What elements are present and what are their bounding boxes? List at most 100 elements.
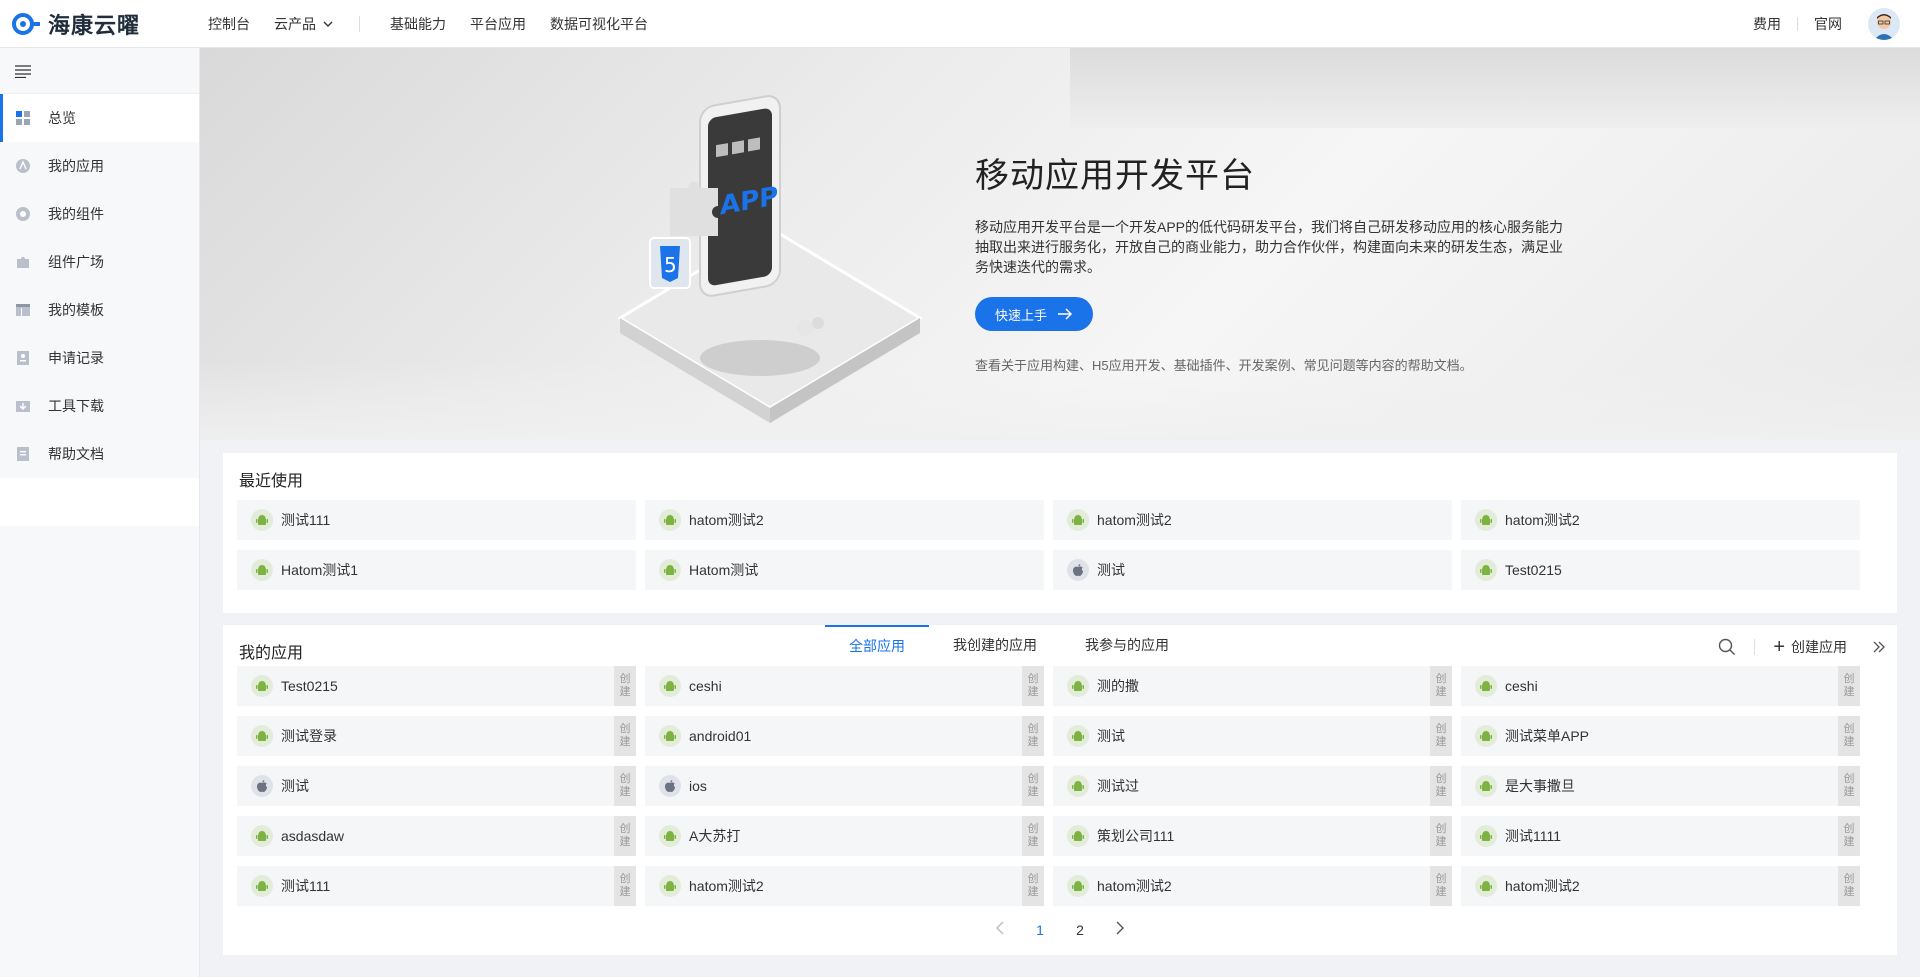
quick-start-button[interactable]: 快速上手 (975, 297, 1094, 331)
nav-platform-apps[interactable]: 平台应用 (470, 14, 526, 34)
double-chevron-right-icon[interactable] (1871, 640, 1887, 654)
app-tile[interactable]: 测的撒 创建 (1053, 666, 1452, 706)
quick-start-label: 快速上手 (995, 307, 1048, 323)
app-name: 测试111 (281, 878, 331, 894)
app-tile[interactable]: hatom测试2 (1053, 500, 1452, 540)
avatar[interactable] (1868, 7, 1900, 40)
app-name: Hatom测试1 (281, 562, 359, 578)
tab-all-apps[interactable]: 全部应用 (825, 625, 929, 665)
app-tile[interactable]: 测试 创建 (237, 766, 636, 806)
created-tag-char: 建 (1843, 836, 1855, 848)
android-icon (1067, 825, 1089, 847)
app-tile[interactable]: hatom测试2 (645, 500, 1044, 540)
arrow-right-icon (1058, 308, 1073, 320)
app-tile[interactable]: hatom测试2 创建 (1461, 866, 1860, 906)
android-icon (1067, 725, 1089, 747)
page-1[interactable]: 1 (1020, 922, 1060, 938)
prev-page-button[interactable] (980, 921, 1020, 938)
record-icon (14, 349, 32, 367)
create-app-button[interactable]: + 创建应用 (1773, 637, 1847, 657)
app-tile[interactable]: 测试 创建 (1053, 716, 1452, 756)
created-tag-char: 建 (1027, 886, 1039, 898)
app-tile[interactable]: 测试 (1053, 550, 1452, 590)
app-tile[interactable]: Test0215 创建 (237, 666, 636, 706)
official-site-link[interactable]: 官网 (1814, 14, 1842, 34)
app-name: A大苏打 (689, 828, 741, 844)
app-tile[interactable]: hatom测试2 (1461, 500, 1860, 540)
created-tag-char: 建 (1843, 786, 1855, 798)
nav-console[interactable]: 控制台 (208, 14, 250, 34)
app-tile[interactable]: 测试111 创建 (237, 866, 636, 906)
created-tag-char: 建 (1027, 836, 1039, 848)
tab-created-apps[interactable]: 我创建的应用 (929, 625, 1061, 665)
sidebar-item-my-apps[interactable]: 我的应用 (0, 142, 199, 190)
created-tag: 创建 (1838, 666, 1860, 706)
app-tile[interactable]: Test0215 (1461, 550, 1860, 590)
nav-cloud-products[interactable]: 云产品 (274, 14, 335, 34)
app-name: ceshi (1505, 678, 1538, 694)
logo[interactable]: 海康云曜 (12, 8, 182, 40)
my-apps-title: 我的应用 (239, 645, 304, 662)
app-name: hatom测试2 (1505, 512, 1580, 528)
app-tile[interactable]: 策划公司111 创建 (1053, 816, 1452, 856)
nav-divider (359, 15, 360, 32)
android-icon (659, 559, 681, 581)
sidebar-item-apply-records[interactable]: 申请记录 (0, 334, 199, 382)
nav-data-visualization[interactable]: 数据可视化平台 (550, 14, 648, 34)
app-tile[interactable]: 是大事撒旦 创建 (1461, 766, 1860, 806)
apple-icon (659, 775, 681, 797)
created-tag-char: 创 (1435, 873, 1447, 885)
app-name: 测试1111 (1505, 828, 1562, 844)
created-tag-char: 创 (619, 773, 631, 785)
created-tag-char: 建 (1843, 736, 1855, 748)
created-tag: 创建 (1022, 766, 1044, 806)
next-page-button[interactable] (1100, 921, 1140, 938)
app-tile[interactable]: 测试111 (237, 500, 636, 540)
android-icon (1475, 559, 1497, 581)
created-tag: 创建 (1430, 666, 1452, 706)
sidebar-collapse-button[interactable] (0, 48, 199, 94)
created-tag-char: 创 (1435, 673, 1447, 685)
app-tile[interactable]: asdasdaw 创建 (237, 816, 636, 856)
created-tag-char: 创 (1843, 773, 1855, 785)
sidebar-item-label: 申请记录 (48, 350, 104, 366)
app-tile[interactable]: ios 创建 (645, 766, 1044, 806)
sidebar-item-tool-download[interactable]: 工具下载 (0, 382, 199, 430)
menu-icon (15, 64, 31, 78)
created-tag-char: 创 (619, 673, 631, 685)
created-tag-char: 创 (1843, 823, 1855, 835)
app-tile[interactable]: hatom测试2 创建 (645, 866, 1044, 906)
sidebar-item-my-components[interactable]: 我的组件 (0, 190, 199, 238)
app-tile[interactable]: Hatom测试 (645, 550, 1044, 590)
app-tile[interactable]: 测试过 创建 (1053, 766, 1452, 806)
app-tile[interactable]: hatom测试2 创建 (1053, 866, 1452, 906)
created-tag: 创建 (614, 766, 636, 806)
app-tile[interactable]: A大苏打 创建 (645, 816, 1044, 856)
app-name: hatom测试2 (1097, 512, 1172, 528)
created-tag-char: 建 (1435, 836, 1447, 848)
app-tile[interactable]: 测试登录 创建 (237, 716, 636, 756)
app-tile[interactable]: Hatom测试1 (237, 550, 636, 590)
app-name: 测试 (1097, 728, 1125, 744)
brand-name: 海康云曜 (48, 12, 141, 38)
chevron-right-icon (1116, 921, 1124, 935)
sidebar-item-component-square[interactable]: 组件广场 (0, 238, 199, 286)
sidebar-item-my-templates[interactable]: 我的模板 (0, 286, 199, 334)
app-tile[interactable]: android01 创建 (645, 716, 1044, 756)
sidebar-item-overview[interactable]: 总览 (0, 94, 199, 142)
android-icon (251, 825, 273, 847)
tab-joined-apps[interactable]: 我参与的应用 (1061, 625, 1193, 665)
sidebar-item-help-docs[interactable]: 帮助文档 (0, 430, 199, 478)
app-tile[interactable]: 测试1111 创建 (1461, 816, 1860, 856)
sidebar-item-label: 帮助文档 (48, 446, 104, 462)
created-tag-char: 建 (1027, 686, 1039, 698)
created-tag: 创建 (1430, 816, 1452, 856)
search-icon[interactable] (1718, 638, 1736, 656)
app-tile[interactable]: ceshi 创建 (645, 666, 1044, 706)
created-tag: 创建 (1022, 716, 1044, 756)
nav-basic-capability[interactable]: 基础能力 (390, 14, 446, 34)
app-tile[interactable]: 测试菜单APP 创建 (1461, 716, 1860, 756)
fees-link[interactable]: 费用 (1753, 14, 1781, 34)
page-2[interactable]: 2 (1060, 922, 1100, 938)
app-tile[interactable]: ceshi 创建 (1461, 666, 1860, 706)
